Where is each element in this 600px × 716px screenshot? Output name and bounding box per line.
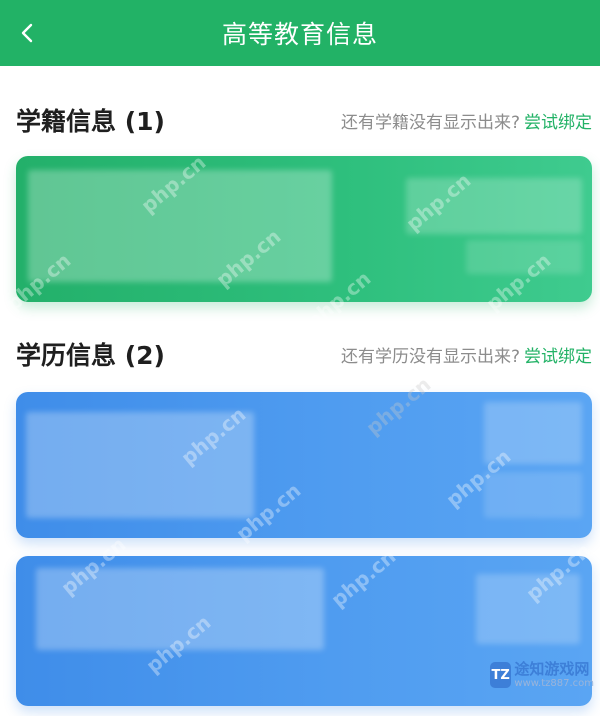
student-status-bind-link[interactable]: 尝试绑定 (524, 113, 592, 133)
education-hint-text: 还有学历没有显示出来? (340, 346, 520, 367)
redacted-block (26, 412, 254, 518)
site-logo-url: www.tz887.com (514, 678, 594, 689)
education-bind-link[interactable]: 尝试绑定 (524, 347, 592, 367)
back-button[interactable] (8, 13, 48, 53)
redacted-block (406, 178, 582, 234)
student-status-hint: 还有学籍没有显示出来? 尝试绑定 (341, 108, 592, 133)
education-card-1[interactable] (16, 392, 592, 538)
redacted-block (466, 240, 582, 274)
redacted-block (28, 170, 332, 282)
student-status-header: 学籍信息 (1) 还有学籍没有显示出来? 尝试绑定 (16, 100, 592, 140)
site-logo: TZ 途知游戏网 www.tz887.com (490, 640, 594, 710)
chevron-left-icon (21, 23, 33, 43)
education-header: 学历信息 (2) 还有学历没有显示出来? 尝试绑定 (16, 334, 592, 374)
site-logo-icon: TZ (490, 662, 512, 688)
page-title: 高等教育信息 (221, 20, 378, 49)
education-title: 学历信息 (2) (16, 341, 165, 370)
education-hint: 还有学历没有显示出来? 尝试绑定 (341, 342, 592, 367)
redacted-block (484, 472, 582, 518)
student-status-hint-text: 还有学籍没有显示出来? (340, 112, 520, 133)
student-status-card[interactable] (16, 156, 592, 302)
student-status-title: 学籍信息 (1) (16, 107, 165, 136)
site-logo-name: 途知游戏网 (514, 660, 590, 678)
redacted-block (476, 574, 580, 644)
redacted-block (36, 568, 324, 650)
redacted-block (484, 402, 582, 464)
top-bar: 高等教育信息 (0, 0, 600, 66)
